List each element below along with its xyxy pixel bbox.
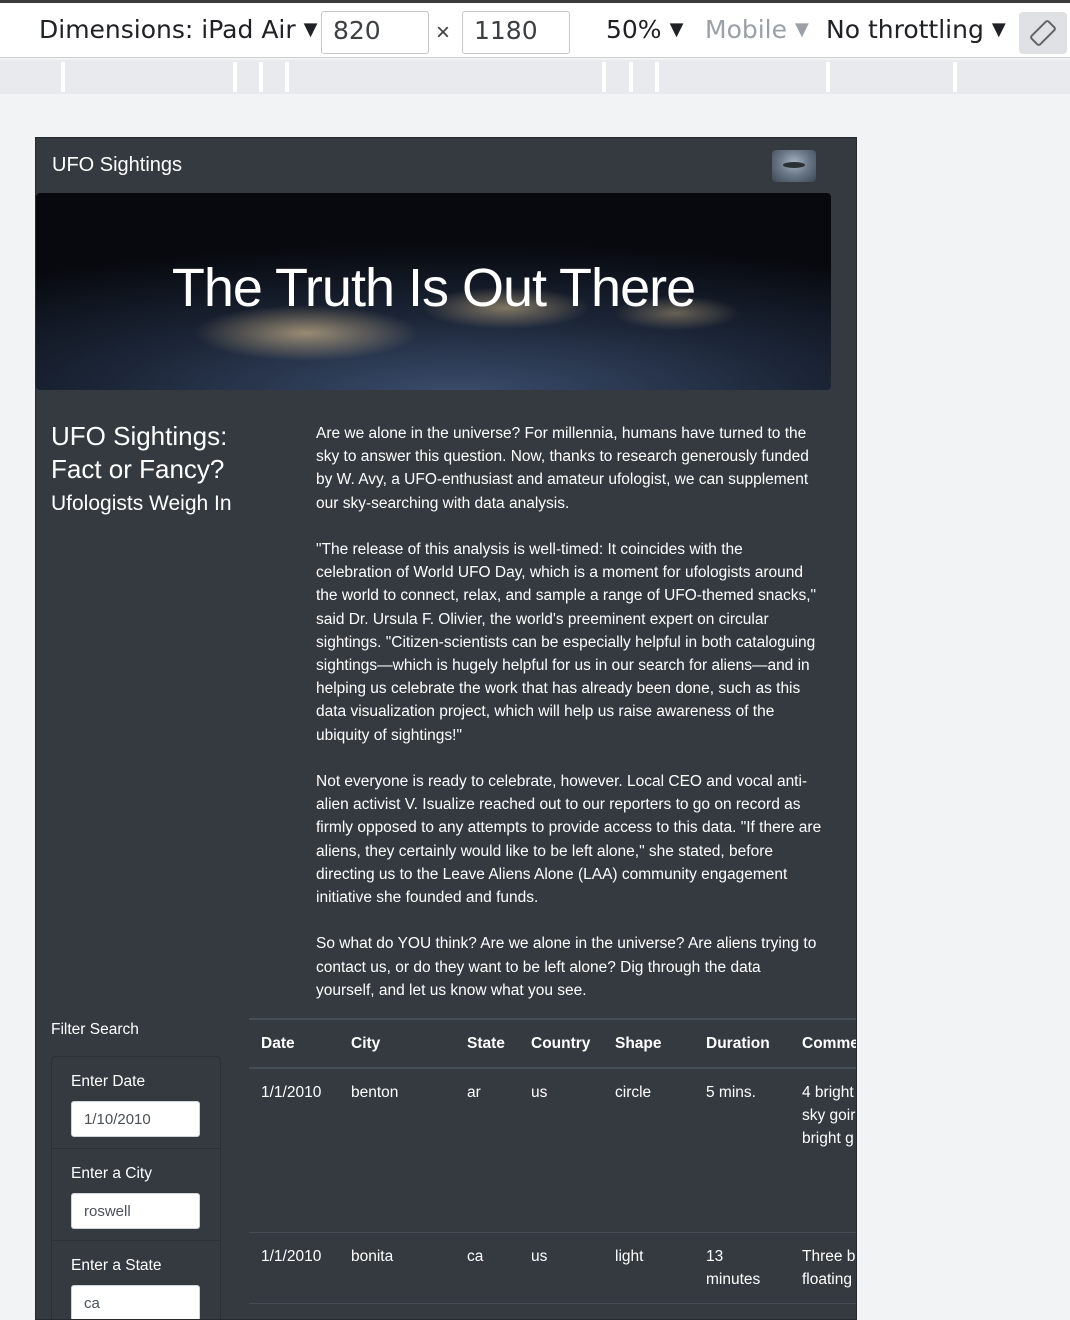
hero-banner: The Truth Is Out There [36, 193, 831, 390]
device-type-dropdown[interactable]: Mobile ▼ [705, 15, 809, 44]
filter-label: Enter Date [71, 1073, 146, 1090]
table-header-row: Date City State Country Shape Duration C… [249, 1018, 856, 1069]
table-row: 1/1/2010 bonita ca us light 13 minutes T… [249, 1232, 856, 1304]
throttling-dropdown[interactable]: No throttling ▼ [826, 15, 1006, 44]
filter-label: Enter a City [71, 1165, 152, 1182]
zoom-dropdown[interactable]: 50% ▼ [606, 15, 683, 44]
filter-title: Filter Search [51, 1021, 139, 1038]
table-cell: 1/1/2010 [249, 1232, 339, 1304]
column-header-comments: Comme [790, 1018, 856, 1069]
device-viewport: UFO Sightings The Truth Is Out There UFO… [35, 137, 857, 1320]
table-cell: us [519, 1232, 603, 1304]
filter-item-state: Enter a State [52, 1241, 220, 1319]
dropdown-arrow-icon: ▼ [991, 19, 1006, 40]
table-cell: 1/1/2010 [249, 1068, 339, 1233]
media-query-bar[interactable] [0, 60, 1070, 94]
table-cell: 5 mins. [694, 1068, 790, 1233]
table-cell: benton [339, 1068, 455, 1233]
dropdown-arrow-icon: ▼ [795, 19, 809, 40]
city-input[interactable] [71, 1193, 200, 1229]
table-row: 1/1/2010 benton ar us circle 5 mins. 4 b… [249, 1068, 856, 1233]
hero-title: The Truth Is Out There [171, 258, 696, 318]
article-heading-block: UFO Sightings: Fact or Fancy? Ufologists… [51, 420, 281, 516]
table-cell: light [603, 1232, 694, 1304]
table-cell: 13 minutes [694, 1232, 790, 1304]
ufo-table-container: Date City State Country Shape Duration C… [249, 1018, 856, 1319]
column-header-country: Country [519, 1018, 603, 1069]
article-paragraph: Are we alone in the universe? For millen… [316, 425, 809, 512]
column-header-shape: Shape [603, 1018, 694, 1069]
state-input[interactable] [71, 1285, 200, 1319]
navbar: UFO Sightings [36, 138, 856, 193]
device-type-label: Mobile [705, 15, 788, 44]
table-cell: us [519, 1068, 603, 1233]
article-body: Are we alone in the universe? For millen… [316, 422, 822, 1025]
table-cell: circle [603, 1068, 694, 1233]
dimensions-label: Dimensions: iPad Air [39, 15, 296, 44]
zoom-label: 50% [606, 15, 662, 44]
article-paragraph: So what do YOU think? Are we alone in th… [316, 935, 817, 999]
column-header-state: State [455, 1018, 519, 1069]
filter-item-city: Enter a City [52, 1149, 220, 1241]
table-cell: Three b lights w floating [790, 1232, 856, 1304]
table-cell: bonita [339, 1232, 455, 1304]
width-input[interactable]: 820 [321, 11, 429, 54]
column-header-duration: Duration [694, 1018, 790, 1069]
times-icon: × [436, 19, 451, 46]
article-subheading: Ufologists Weigh In [51, 492, 232, 515]
filter-panel: Enter Date Enter a City Enter a State [51, 1056, 221, 1319]
table-cell: ca [455, 1232, 519, 1304]
throttling-label: No throttling [826, 15, 984, 44]
rotate-button[interactable] [1019, 12, 1067, 54]
rotate-icon [1030, 20, 1056, 46]
ufo-logo-icon[interactable] [772, 150, 816, 182]
dimensions-dropdown[interactable]: Dimensions: iPad Air ▼ [39, 15, 317, 44]
table-cell: ar [455, 1068, 519, 1233]
dropdown-arrow-icon: ▼ [669, 19, 684, 40]
article-paragraph: Not everyone is ready to celebrate, howe… [316, 773, 822, 907]
article-heading: UFO Sightings: Fact or Fancy? [51, 421, 228, 484]
date-input[interactable] [71, 1101, 200, 1137]
device-toolbar: Dimensions: iPad Air ▼ 820 × 1180 50% ▼ Mo… [0, 0, 1070, 58]
column-header-date: Date [249, 1018, 339, 1069]
filter-item-date: Enter Date [52, 1057, 220, 1149]
ufo-table: Date City State Country Shape Duration C… [249, 1018, 856, 1304]
filter-label: Enter a State [71, 1257, 162, 1274]
column-header-city: City [339, 1018, 455, 1069]
height-input[interactable]: 1180 [462, 11, 570, 54]
article-paragraph: "The release of this analysis is well-ti… [316, 541, 817, 744]
navbar-brand[interactable]: UFO Sightings [52, 154, 182, 177]
table-cell: 4 bright circles h sky goir circles t br… [790, 1068, 856, 1233]
dropdown-arrow-icon: ▼ [303, 19, 318, 40]
